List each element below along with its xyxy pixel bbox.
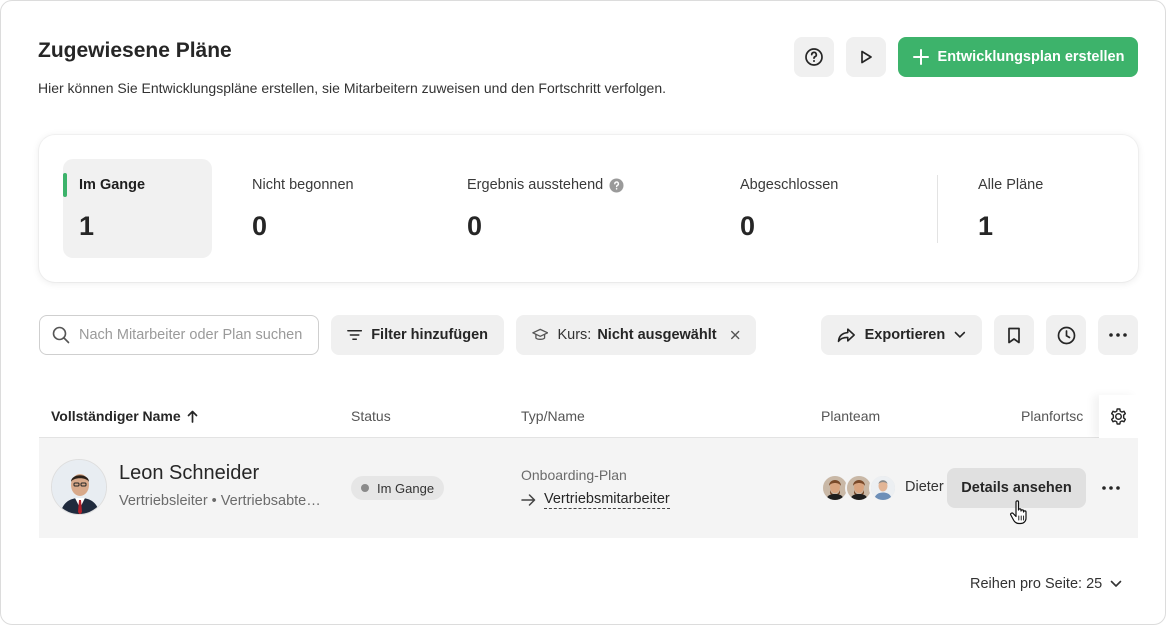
chevron-down-icon (954, 331, 966, 338)
plan-name-row: Vertriebsmitarbeiter (521, 491, 670, 509)
page-subtitle: Hier können Sie Entwicklungspläne erstel… (38, 80, 666, 96)
column-header-label: Vollständiger Name (51, 408, 181, 424)
share-icon (837, 328, 855, 343)
row-more-button[interactable] (1096, 474, 1126, 502)
status-dot (361, 484, 369, 492)
stats-divider (937, 175, 938, 243)
stat-completed[interactable]: Abgeschlossen 0 (740, 159, 890, 258)
column-header-type[interactable]: Typ/Name (521, 408, 585, 424)
plan-type: Onboarding-Plan (521, 467, 627, 483)
more-options-button[interactable] (1098, 315, 1138, 355)
stat-result-pending[interactable]: Ergebnis ausstehend 0 (467, 159, 667, 258)
active-indicator (63, 173, 67, 197)
history-button[interactable] (1046, 315, 1086, 355)
help-circle-icon[interactable] (609, 178, 624, 193)
create-plan-label: Entwicklungsplan erstellen (937, 49, 1125, 65)
rows-per-page-label: Reihen pro Seite: 25 (970, 576, 1103, 592)
stat-label: Im Gange (79, 177, 146, 193)
page-title: Zugewiesene Pläne (38, 39, 232, 62)
search-input[interactable] (79, 327, 305, 343)
column-header-status[interactable]: Status (351, 408, 391, 424)
page-container: Zugewiesene Pläne Hier können Sie Entwic… (0, 0, 1166, 625)
stat-label: Nicht begonnen (252, 177, 354, 193)
graduation-cap-icon (532, 328, 549, 340)
view-details-button[interactable]: Details ansehen (947, 468, 1086, 508)
avatar (51, 459, 107, 515)
table-row[interactable]: Leon Schneider Vertriebsleiter • Vertrie… (39, 438, 1138, 538)
export-label: Exportieren (864, 327, 946, 343)
stat-all-plans[interactable]: Alle Pläne 1 (978, 159, 1108, 258)
play-icon (861, 50, 872, 64)
stat-value: 0 (252, 211, 268, 241)
avatar (869, 474, 897, 502)
stat-label: Ergebnis ausstehend (467, 177, 604, 193)
plus-icon (912, 49, 929, 65)
bookmark-button[interactable] (994, 315, 1034, 355)
play-tutorial-button[interactable] (846, 37, 886, 77)
add-filter-button[interactable]: Filter hinzufügen (331, 315, 504, 355)
employee-role: Vertriebsleiter • Vertriebsabteilung (119, 493, 323, 509)
course-chip-key: Kurs: (557, 327, 592, 343)
stat-value: 1 (978, 211, 994, 241)
stat-label-row: Ergebnis ausstehend (467, 177, 624, 193)
bookmark-icon (1008, 327, 1020, 343)
plan-name-link[interactable]: Vertriebsmitarbeiter (544, 491, 670, 509)
team-member-name: Dieter (905, 479, 944, 495)
arrow-up-icon (187, 410, 198, 423)
export-button[interactable]: Exportieren (821, 315, 982, 355)
stat-label: Alle Pläne (978, 177, 1044, 193)
create-plan-button[interactable]: Entwicklungsplan erstellen (898, 37, 1138, 77)
arrow-right-icon (521, 494, 536, 506)
employee-name: Leon Schneider (119, 462, 260, 484)
stat-label: Abgeschlossen (740, 177, 839, 193)
rows-per-page-select[interactable]: Reihen pro Seite: 25 (970, 576, 1122, 592)
close-icon[interactable] (730, 329, 740, 341)
stat-value: 0 (467, 211, 483, 241)
table-header: Vollständiger Name Status Typ/Name Plant… (39, 395, 1138, 438)
table-settings-button[interactable] (1099, 395, 1138, 438)
chevron-down-icon (1110, 580, 1122, 587)
clock-icon (1057, 326, 1075, 344)
plan-team-avatars (821, 473, 897, 503)
stats-card: Im Gange 1 Nicht begonnen 0 Ergebnis aus… (39, 135, 1138, 282)
course-chip-value: Nicht ausgewählt (597, 327, 717, 343)
more-horizontal-icon (1102, 486, 1120, 490)
search-box[interactable] (39, 315, 319, 355)
gear-icon (1110, 408, 1127, 425)
stat-not-started[interactable]: Nicht begonnen 0 (252, 159, 402, 258)
help-circle-icon (805, 48, 823, 66)
status-label: Im Gange (377, 480, 435, 496)
status-badge: Im Gange (351, 476, 445, 500)
column-header-team[interactable]: Planteam (821, 408, 880, 424)
add-filter-label: Filter hinzufügen (371, 327, 488, 343)
help-button[interactable] (794, 37, 834, 77)
stat-value: 1 (79, 211, 95, 241)
filter-icon (347, 330, 363, 340)
stat-in-progress[interactable]: Im Gange 1 (63, 159, 212, 258)
column-header-name[interactable]: Vollständiger Name (51, 408, 198, 424)
course-filter-chip[interactable]: Kurs: Nicht ausgewählt (516, 315, 756, 355)
more-horizontal-icon (1109, 333, 1127, 337)
column-header-progress[interactable]: Planfortschritt (1021, 408, 1083, 424)
stat-value: 0 (740, 211, 756, 241)
search-icon (52, 326, 70, 344)
